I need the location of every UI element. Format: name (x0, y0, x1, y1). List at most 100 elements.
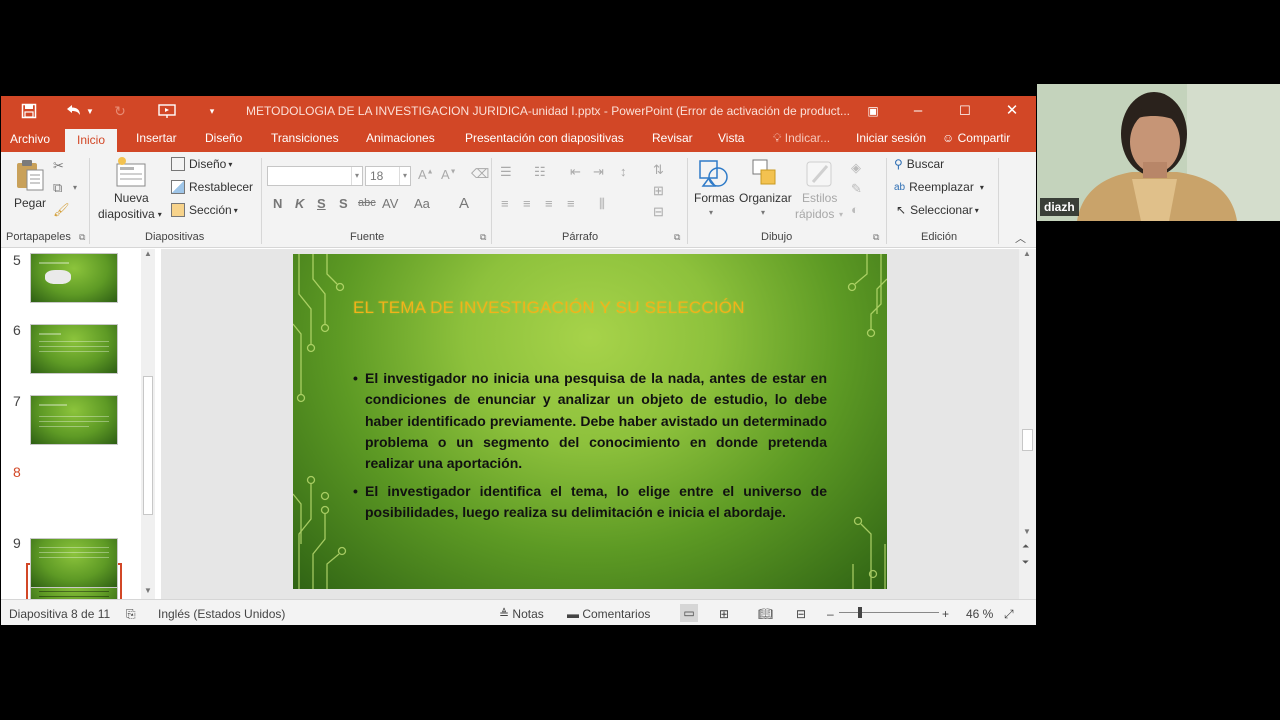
format-painter-icon[interactable]: 🖌︎ (53, 202, 70, 218)
collapse-ribbon-icon[interactable]: ︿ (1015, 230, 1026, 246)
previous-slide-icon[interactable]: ⏶ (1022, 541, 1029, 552)
smartart-icon[interactable]: ⊟ (653, 204, 664, 220)
scroll-down-icon[interactable]: ▼ (1023, 527, 1031, 536)
copy-dropdown-icon[interactable]: ▾ (73, 183, 77, 192)
increase-indent-icon[interactable]: ⇥ (593, 164, 604, 180)
bold-button[interactable]: N (273, 196, 282, 211)
font-size-combo[interactable]: 18 ▾ (365, 166, 411, 186)
decrease-font-icon[interactable]: A▼ (441, 167, 457, 182)
paste-button[interactable] (14, 158, 46, 192)
customize-toolbar-icon[interactable]: ▾ (206, 101, 218, 121)
arrange-button[interactable] (749, 156, 781, 190)
shadow-button[interactable]: S (339, 196, 348, 211)
align-left-icon[interactable]: ≡ (501, 196, 509, 211)
tab-revisar[interactable]: Revisar (652, 131, 693, 145)
tab-diseno[interactable]: Diseño (205, 131, 242, 145)
line-spacing-icon[interactable]: ↕ (620, 164, 627, 179)
slide-bullet-2[interactable]: • El investigador identifica el tema, lo… (353, 481, 827, 524)
normal-view-icon[interactable]: ▭ (680, 604, 698, 622)
shape-effects-icon[interactable]: ◐ (851, 202, 859, 217)
italic-button[interactable]: K (295, 196, 304, 211)
language-indicator[interactable]: Inglés (Estados Unidos) (158, 607, 285, 621)
reset-button[interactable]: Restablecer (171, 180, 253, 194)
undo-dropdown-icon[interactable]: ▼ (85, 101, 95, 121)
shape-fill-icon[interactable]: ◈ (851, 160, 861, 176)
paragraph-launcher-icon[interactable]: ⧉ (674, 232, 680, 243)
scroll-up-icon[interactable]: ▲ (144, 249, 152, 258)
align-text-icon[interactable]: ⊞ (653, 183, 664, 199)
tell-me-box[interactable]: 💡︎ Indicar... (773, 131, 830, 146)
layout-button[interactable]: Diseño ▾ (171, 157, 232, 171)
shape-outline-icon[interactable]: ✎ (851, 181, 862, 197)
increase-font-icon[interactable]: A▲ (418, 167, 434, 182)
tab-vista[interactable]: Vista (718, 131, 744, 145)
slide-thumbnail-6[interactable] (30, 324, 118, 374)
font-name-combo[interactable]: ▾ (267, 166, 363, 186)
save-icon[interactable] (19, 101, 39, 121)
slide-scrollbar[interactable]: ▲ ▼ ⏶ ⏷ (1019, 249, 1036, 599)
strikethrough-button[interactable]: abc (358, 197, 376, 209)
decrease-indent-icon[interactable]: ⇤ (570, 164, 581, 180)
justify-icon[interactable]: ≡ (567, 196, 575, 211)
font-color-button[interactable]: A (459, 195, 469, 212)
slideshow-view-icon[interactable]: ⊟ (796, 607, 806, 621)
tab-presentacion[interactable]: Presentación con diapositivas (465, 131, 624, 145)
text-direction-icon[interactable]: ⇅ (653, 162, 664, 178)
cut-icon[interactable]: ✂ (53, 158, 64, 174)
clipboard-launcher-icon[interactable]: ⧉ (79, 232, 85, 243)
slide-sorter-icon[interactable]: ⊞ (719, 607, 729, 621)
drawing-launcher-icon[interactable]: ⧉ (873, 232, 879, 243)
zoom-slider[interactable] (839, 607, 939, 618)
spell-check-icon[interactable]: ⎘ (126, 607, 136, 622)
next-slide-icon[interactable]: ⏷ (1022, 557, 1029, 568)
zoom-slider-thumb[interactable] (858, 607, 862, 618)
slide-thumbnail-5[interactable] (30, 253, 118, 303)
select-button[interactable]: ↖ Seleccionar ▾ (896, 203, 979, 217)
arrange-dropdown-icon[interactable]: ▾ (761, 208, 765, 217)
replace-button[interactable]: ab Reemplazar ▾ (894, 180, 984, 194)
zoom-in-icon[interactable]: + (942, 607, 949, 621)
thumbnails-scrollbar[interactable]: ▲ ▼ (141, 249, 155, 599)
scroll-thumb[interactable] (143, 376, 153, 515)
underline-button[interactable]: S (317, 196, 326, 211)
tab-transiciones[interactable]: Transiciones (271, 131, 339, 145)
new-slide-button[interactable] (114, 156, 148, 190)
tab-insertar[interactable]: Insertar (136, 131, 177, 145)
sign-in-link[interactable]: Iniciar sesión (856, 131, 926, 145)
fit-slide-icon[interactable]: ⤢ (1004, 607, 1014, 622)
tab-inicio[interactable]: Inicio (65, 129, 118, 152)
copy-icon[interactable]: ⧉ (53, 180, 62, 196)
section-button[interactable]: Sección ▾ (171, 203, 238, 217)
share-button[interactable]: ☺ Compartir (942, 131, 1010, 145)
notes-button[interactable]: ≜ Notas (499, 607, 544, 621)
close-icon[interactable]: ✕ (998, 100, 1026, 122)
scroll-down-icon[interactable]: ▼ (144, 586, 152, 595)
scroll-thumb[interactable] (1022, 429, 1033, 451)
tab-archivo[interactable]: Archivo (10, 132, 50, 146)
zoom-level[interactable]: 46 % (966, 607, 993, 621)
zoom-out-icon[interactable]: – (827, 607, 834, 621)
font-launcher-icon[interactable]: ⧉ (480, 232, 486, 243)
align-right-icon[interactable]: ≡ (545, 196, 553, 211)
slide-bullet-1[interactable]: • El investigador no inicia una pesquisa… (353, 368, 827, 474)
slide-thumbnail-7[interactable] (30, 395, 118, 445)
shapes-dropdown-icon[interactable]: ▾ (709, 208, 713, 217)
tab-animaciones[interactable]: Animaciones (366, 131, 435, 145)
present-from-start-icon[interactable] (157, 101, 177, 121)
undo-icon[interactable] (63, 101, 83, 121)
change-case-button[interactable]: Aa (414, 196, 430, 211)
character-spacing-button[interactable]: AV (382, 196, 398, 211)
reading-view-icon[interactable]: 📖︎ (758, 607, 773, 621)
find-button[interactable]: ⚲ Buscar (894, 157, 944, 171)
bullets-icon[interactable]: ☰ (500, 164, 512, 180)
slide-thumbnail-9[interactable] (30, 538, 118, 588)
maximize-icon[interactable]: ☐ (951, 100, 979, 122)
quick-styles-button[interactable] (803, 156, 837, 190)
clear-formatting-icon[interactable]: ⌫ (471, 166, 489, 182)
scroll-up-icon[interactable]: ▲ (1023, 249, 1031, 258)
slide-title[interactable]: EL TEMA DE INVESTIGACIÓN Y SU SELECCIÓN (353, 298, 745, 318)
align-center-icon[interactable]: ≡ (523, 196, 531, 211)
numbering-icon[interactable]: ☷ (534, 164, 546, 180)
quick-styles-dropdown-icon[interactable]: ▾ (839, 210, 843, 219)
current-slide[interactable]: EL TEMA DE INVESTIGACIÓN Y SU SELECCIÓN … (293, 254, 887, 589)
